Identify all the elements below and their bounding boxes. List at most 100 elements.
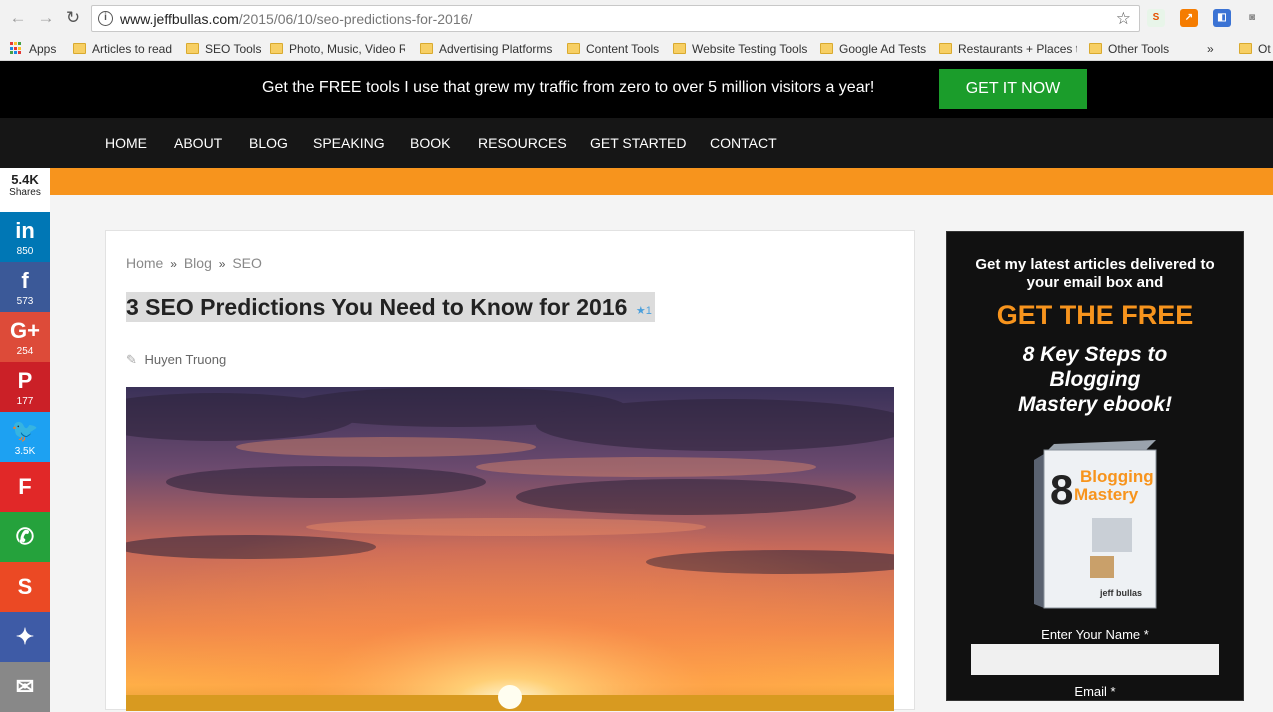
folder-icon xyxy=(1239,43,1252,54)
folder-icon xyxy=(1089,43,1102,54)
bookmark-folder[interactable]: Restaurants + Places t xyxy=(939,40,1077,57)
title-highlight: 3 SEO Predictions You Need to Know for 2… xyxy=(126,292,655,322)
pencil-icon: ✎ xyxy=(126,352,137,367)
facebook-icon: f xyxy=(21,268,29,293)
analytics-extension-icon[interactable]: ↗ xyxy=(1180,9,1198,27)
forward-arrow-icon[interactable]: → xyxy=(36,8,56,28)
bookmark-folder[interactable]: Google Ad Tests xyxy=(820,40,926,57)
breadcrumb-home[interactable]: Home xyxy=(126,255,163,271)
bookmark-folder[interactable]: Articles to read xyxy=(73,40,172,57)
twitter-icon: 🐦 xyxy=(11,418,39,443)
share-count-label: Shares xyxy=(9,187,41,198)
nav-get-started[interactable]: GET STARTED xyxy=(590,135,686,151)
name-input[interactable] xyxy=(971,644,1219,675)
apps-grid-icon xyxy=(10,42,23,55)
share-button-email[interactable]: ✉ xyxy=(0,662,50,712)
breadcrumb-seo[interactable]: SEO xyxy=(232,255,262,271)
sidebar-free-heading: GET THE FREE xyxy=(996,300,1194,330)
folder-icon xyxy=(939,43,952,54)
sidebar-headline: Get my latest articles delivered to your… xyxy=(975,256,1215,291)
pinterest-icon: P xyxy=(17,368,33,393)
share-button-flipboard[interactable]: F xyxy=(0,462,50,512)
url-text[interactable]: www.jeffbullas.com/2015/06/10/seo-predic… xyxy=(120,11,472,27)
nav-blog[interactable]: BLOG xyxy=(249,135,288,151)
folder-icon xyxy=(567,43,580,54)
bookmark-folder[interactable]: Ot xyxy=(1239,40,1273,57)
share-button-facebook[interactable]: f 573 xyxy=(0,262,50,312)
share-button-google-plus[interactable]: G+ 254 xyxy=(0,312,50,362)
pinterest-share-count: 177 xyxy=(16,396,34,407)
nav-book[interactable]: BOOK xyxy=(410,135,450,151)
linkedin-share-count: 850 xyxy=(16,246,34,257)
google-plus-icon: G+ xyxy=(10,318,40,343)
folder-icon xyxy=(270,43,283,54)
share-count: 5.4K xyxy=(11,172,39,187)
tag-extension-icon[interactable]: ◧ xyxy=(1213,9,1231,27)
page-title: 3 SEO Predictions You Need to Know for 2… xyxy=(126,294,628,320)
flipboard-icon: F xyxy=(18,474,32,499)
bookmark-folder[interactable]: Photo, Music, Video R xyxy=(270,40,405,57)
share-button-whatsapp[interactable]: ✆ xyxy=(0,512,50,562)
nav-contact[interactable]: CONTACT xyxy=(710,135,777,151)
author-byline: ✎ Huyen Truong xyxy=(126,352,226,368)
sidebar-ebook-title: 8 Key Steps to Blogging Mastery ebook! xyxy=(1017,343,1173,416)
breadcrumb-separator: » xyxy=(218,257,226,271)
email-icon: ✉ xyxy=(15,674,35,699)
author-name[interactable]: Huyen Truong xyxy=(145,352,227,367)
breadcrumb-separator: » xyxy=(170,257,177,271)
hero-sunset-image xyxy=(126,387,894,711)
nav-home[interactable]: HOME xyxy=(105,135,147,151)
article-card: Home » Blog » SEO 3 SEO Predictions You … xyxy=(105,230,915,711)
messenger-icon: ✦ xyxy=(15,624,35,649)
share-button-messenger[interactable]: ✦ xyxy=(0,612,50,662)
folder-icon xyxy=(73,43,86,54)
facebook-share-count: 573 xyxy=(16,296,34,307)
share-button-twitter[interactable]: 🐦 3.5K xyxy=(0,412,50,462)
promo-text: Get the FREE tools I use that grew my tr… xyxy=(262,79,875,96)
twitter-share-count: 3.5K xyxy=(14,446,36,457)
bookmarks-overflow-chevron[interactable]: » xyxy=(1207,40,1214,57)
rating-star-badge[interactable]: ★1 xyxy=(636,304,652,317)
newsletter-sidebar: Get my latest articles delivered to your… xyxy=(946,231,1244,701)
book-author: jeff bullas xyxy=(1099,588,1142,598)
promo-bar: Get the FREE tools I use that grew my tr… xyxy=(0,61,1273,118)
folder-icon xyxy=(186,43,199,54)
nav-speaking[interactable]: SPEAKING xyxy=(313,135,385,151)
google-plus-share-count: 254 xyxy=(16,346,34,357)
ebook-cover-image: 8 Blogging Mastery jeff bullas xyxy=(1030,436,1160,611)
bookmark-folder[interactable]: SEO Tools xyxy=(186,40,261,57)
breadcrumb: Home » Blog » SEO xyxy=(126,255,262,271)
orange-banner-strip xyxy=(50,168,1273,195)
info-icon[interactable]: i xyxy=(98,11,113,26)
bookmark-folder[interactable]: Content Tools xyxy=(567,40,659,57)
name-field-label: Enter Your Name * xyxy=(1041,627,1149,642)
whatsapp-icon: ✆ xyxy=(15,524,35,549)
book-word-b: Mastery xyxy=(1074,485,1139,504)
folder-icon xyxy=(820,43,833,54)
share-button-stumbleupon[interactable]: S xyxy=(0,562,50,612)
main-nav: HOME ABOUT BLOG SPEAKING BOOK RESOURCES … xyxy=(0,118,1273,168)
linkedin-icon: in xyxy=(15,218,35,243)
nav-resources[interactable]: RESOURCES xyxy=(478,135,567,151)
folder-icon xyxy=(420,43,433,54)
bookmark-folder[interactable]: Website Testing Tools xyxy=(673,40,807,57)
nav-about[interactable]: ABOUT xyxy=(174,135,222,151)
share-button-pinterest[interactable]: P 177 xyxy=(0,362,50,412)
bookmark-star-icon[interactable]: ☆ xyxy=(1116,9,1131,29)
address-bar[interactable]: i www.jeffbullas.com/2015/06/10/seo-pred… xyxy=(91,5,1140,32)
browser-toolbar: ← → ↻ i www.jeffbullas.com/2015/06/10/se… xyxy=(0,0,1273,36)
share-button-linkedin[interactable]: in 850 xyxy=(0,212,50,262)
bookmarks-bar: Apps Articles to read SEO Tools Photo, M… xyxy=(0,36,1273,61)
bookmark-folder[interactable]: Advertising Platforms xyxy=(420,40,552,57)
seo-extension-icon[interactable]: S xyxy=(1147,9,1165,27)
sunset-photo xyxy=(126,387,894,711)
bookmark-folder[interactable]: Other Tools xyxy=(1089,40,1169,57)
book-word-a: Blogging xyxy=(1080,467,1154,486)
book-number: 8 xyxy=(1050,466,1073,513)
back-arrow-icon[interactable]: ← xyxy=(8,8,28,28)
breadcrumb-blog[interactable]: Blog xyxy=(184,255,212,271)
get-it-now-button[interactable]: GET IT NOW xyxy=(939,69,1087,109)
camera-icon[interactable]: ◙ xyxy=(1243,9,1261,27)
reload-icon[interactable]: ↻ xyxy=(63,8,83,28)
bookmark-apps[interactable]: Apps xyxy=(10,40,56,57)
